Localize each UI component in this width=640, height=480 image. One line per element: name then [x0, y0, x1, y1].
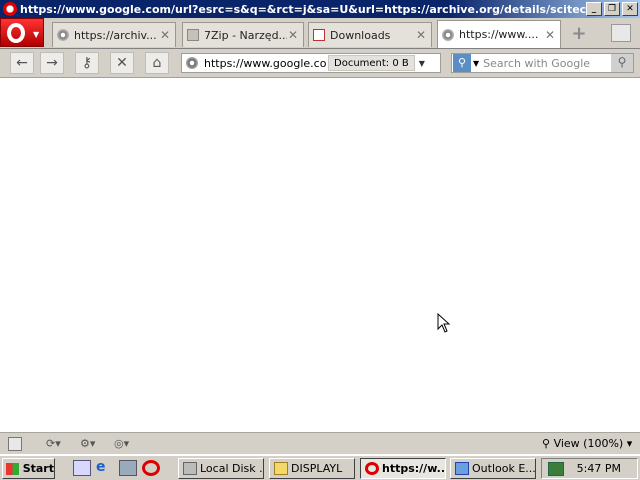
globe-icon: [57, 29, 69, 41]
window-title-bar: https://www.google.com/url?esrc=s&q=&rct…: [0, 0, 640, 18]
globe-icon: [186, 57, 198, 69]
show-desktop-icon[interactable]: [73, 460, 91, 476]
mouse-cursor-icon: [437, 313, 451, 333]
document-info: Document: 0 B: [328, 55, 415, 71]
opera-o-icon: [7, 23, 25, 43]
task-label: Local Disk ...: [200, 462, 264, 475]
outlook-icon: [455, 462, 469, 475]
page-content[interactable]: [0, 79, 640, 432]
task-label: https://w...: [382, 462, 446, 475]
network-icon[interactable]: [119, 460, 137, 476]
zoom-icon: ⚲: [542, 437, 551, 450]
turbo-icon[interactable]: ◎▾: [114, 437, 129, 451]
tab-archive[interactable]: https://archiv... ✕: [52, 22, 176, 47]
address-bar[interactable]: https://www.google.com Document: 0 B ▼: [181, 53, 441, 73]
close-window-button[interactable]: ✕: [622, 2, 638, 16]
tab-label: https://archiv...: [74, 28, 157, 42]
downloads-icon: [313, 29, 325, 41]
taskbar: Start e Local Disk ... DISPLAYL https://…: [0, 455, 640, 480]
wand-button[interactable]: ⚷: [75, 52, 99, 74]
sync-icon[interactable]: ⟳▾: [46, 437, 61, 451]
panel-toggle-icon[interactable]: [611, 24, 631, 42]
folder-icon: [274, 462, 288, 475]
task-label: Outlook E...: [472, 462, 536, 475]
panel-icon[interactable]: [8, 437, 22, 451]
tab-label: https://www....: [459, 28, 539, 41]
search-engine-icon[interactable]: ⚲: [453, 54, 471, 72]
home-button[interactable]: ⌂: [145, 52, 169, 74]
tab-google-active[interactable]: https://www.... ✕: [437, 20, 561, 48]
minimize-button[interactable]: _: [586, 2, 602, 16]
status-bar: ⟳▾ ⚙▾ ◎▾ ⚲ View (100%) ▾: [0, 432, 640, 454]
address-url[interactable]: https://www.google.com: [204, 57, 326, 70]
windows-logo-icon: [6, 462, 19, 475]
task-label: DISPLAYL: [291, 462, 343, 475]
tab-7zip[interactable]: 7Zip - Narzęd... ✕: [182, 22, 304, 47]
chevron-down-icon: ▼: [33, 30, 40, 39]
globe-icon: [442, 28, 454, 41]
opera-menu-button[interactable]: ▼: [0, 18, 44, 47]
internet-explorer-icon[interactable]: e: [96, 460, 114, 476]
search-input[interactable]: Search with Google: [483, 57, 611, 70]
navigation-toolbar: ← → ⚷ ✕ ⌂ https://www.google.com Documen…: [0, 49, 640, 78]
tab-downloads[interactable]: Downloads ✕: [308, 22, 432, 47]
back-button[interactable]: ←: [10, 52, 34, 74]
task-outlook[interactable]: Outlook E...: [450, 458, 536, 479]
forward-button[interactable]: →: [40, 52, 64, 74]
task-opera[interactable]: https://w...: [360, 458, 446, 479]
opera-logo-icon: [3, 2, 17, 16]
new-tab-button[interactable]: +: [566, 23, 592, 46]
start-button[interactable]: Start: [2, 458, 55, 479]
opera-icon[interactable]: [142, 460, 160, 476]
task-displayl[interactable]: DISPLAYL: [269, 458, 355, 479]
drive-icon: [183, 462, 197, 475]
start-label: Start: [22, 462, 54, 475]
chevron-down-icon[interactable]: ▼: [473, 59, 479, 68]
chevron-down-icon[interactable]: ▼: [419, 59, 425, 68]
window-title: https://www.google.com/url?esrc=s&q=&rct…: [20, 2, 586, 16]
restore-button[interactable]: ❐: [604, 2, 620, 16]
tab-bar: ▼ https://archiv... ✕ 7Zip - Narzęd... ✕…: [0, 18, 640, 49]
system-tray: 5:47 PM: [541, 458, 638, 479]
document-icon: [187, 29, 199, 41]
zoom-label: View (100%): [553, 437, 624, 450]
network-tray-icon[interactable]: [548, 462, 564, 476]
tab-label: Downloads: [330, 28, 391, 42]
search-box[interactable]: ⚲ ▼ Search with Google ⚲: [451, 53, 634, 73]
chevron-down-icon: ▾: [626, 437, 633, 450]
clock: 5:47 PM: [576, 462, 621, 475]
tab-close-icon[interactable]: ✕: [159, 28, 171, 42]
stop-button[interactable]: ✕: [110, 52, 134, 74]
zoom-control[interactable]: ⚲ View (100%) ▾: [542, 437, 632, 450]
task-local-disk[interactable]: Local Disk ...: [178, 458, 264, 479]
unite-icon[interactable]: ⚙▾: [80, 437, 95, 451]
tab-label: 7Zip - Narzęd...: [204, 28, 287, 42]
search-icon[interactable]: ⚲: [611, 54, 633, 72]
opera-icon: [365, 462, 379, 475]
tab-close-icon[interactable]: ✕: [287, 28, 299, 42]
tab-close-icon[interactable]: ✕: [415, 28, 427, 42]
window-controls: _ ❐ ✕: [586, 2, 638, 16]
tab-close-icon[interactable]: ✕: [544, 28, 556, 42]
